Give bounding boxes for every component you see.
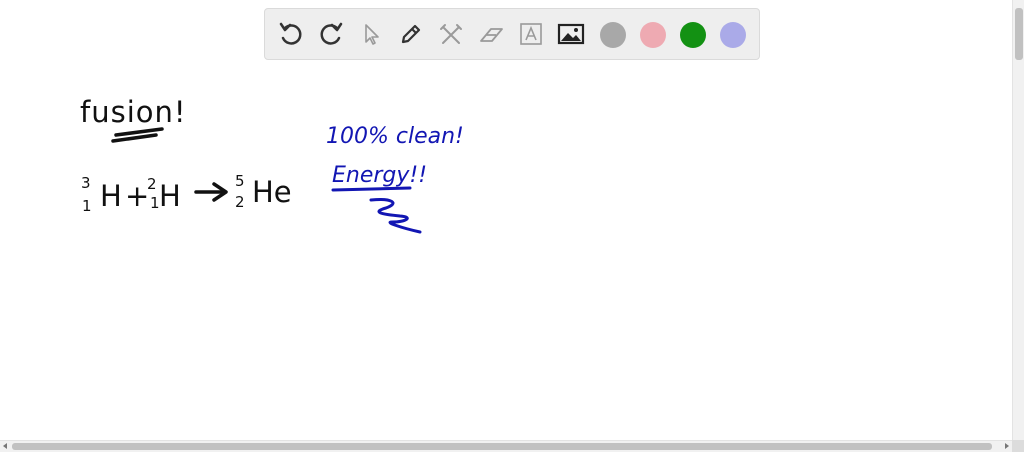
text-tool-button[interactable] xyxy=(515,18,547,50)
redo-icon xyxy=(320,22,343,45)
color-swatch-green[interactable] xyxy=(680,22,706,48)
scroll-right-arrow[interactable] xyxy=(1005,443,1009,449)
heading-underline-stroke xyxy=(111,127,164,143)
color-swatch-gray[interactable] xyxy=(600,22,626,48)
ink-strokes xyxy=(111,127,422,234)
undo-icon xyxy=(279,22,302,45)
eraser-tool-button[interactable] xyxy=(475,18,507,50)
horizontal-scrollbar-thumb[interactable] xyxy=(12,443,992,450)
horizontal-scrollbar[interactable] xyxy=(0,440,1012,452)
whiteboard-canvas[interactable]: fusion! 3 1 H + 2 1 H 5 2 He 100% clean!… xyxy=(0,0,1012,440)
eraser-icon xyxy=(480,28,503,42)
color-swatch-lavender[interactable] xyxy=(720,22,746,48)
scrollbar-corner xyxy=(1012,440,1024,452)
vertical-scrollbar-thumb[interactable] xyxy=(1015,8,1023,60)
vertical-scrollbar[interactable] xyxy=(1012,0,1024,440)
color-swatch-pink[interactable] xyxy=(640,22,666,48)
image-tool-button[interactable] xyxy=(555,18,587,50)
select-pointer-icon xyxy=(365,24,379,45)
image-icon xyxy=(557,23,585,45)
scroll-left-arrow[interactable] xyxy=(3,443,7,449)
drawing-toolbar xyxy=(264,8,760,60)
undo-button[interactable] xyxy=(275,18,307,50)
pen-icon xyxy=(401,24,421,44)
pen-tool-button[interactable] xyxy=(395,18,427,50)
tools-icon xyxy=(440,24,462,44)
select-tool-button[interactable] xyxy=(355,18,387,50)
redo-button[interactable] xyxy=(315,18,347,50)
text-box-icon xyxy=(520,23,542,45)
energy-underline-squiggle xyxy=(331,186,422,234)
tools-button[interactable] xyxy=(435,18,467,50)
